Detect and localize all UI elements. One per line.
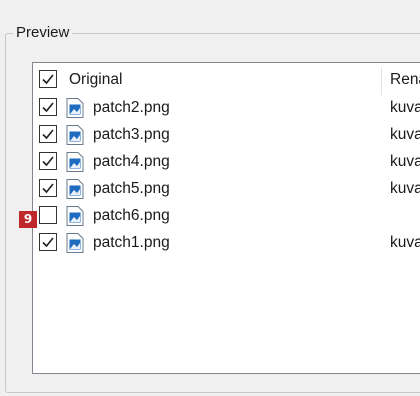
file-name: patch4.png: [93, 153, 170, 170]
checkmark-icon: [42, 129, 54, 140]
image-file-icon: [66, 233, 84, 253]
new-file-name: kuva: [390, 153, 420, 170]
list-item[interactable]: patch3.png kuva: [33, 122, 420, 149]
list-item[interactable]: patch2.png kuva: [33, 95, 420, 122]
checkmark-icon: [42, 237, 54, 248]
checkmark-icon: [42, 156, 54, 167]
list-item[interactable]: patch1.png kuva: [33, 230, 420, 257]
file-name: patch1.png: [93, 234, 170, 251]
row-checkbox[interactable]: [39, 233, 57, 251]
image-file-icon: [66, 206, 84, 226]
new-file-name: kuva: [390, 180, 420, 197]
image-file-icon: [66, 179, 84, 199]
file-name: patch3.png: [93, 126, 170, 143]
new-file-name: kuva: [390, 234, 420, 251]
file-name: patch5.png: [93, 180, 170, 197]
list-item[interactable]: patch5.png kuva: [33, 176, 420, 203]
image-file-icon: [66, 152, 84, 172]
new-file-name: kuva: [390, 126, 420, 143]
row-checkbox[interactable]: [39, 206, 57, 224]
checkmark-icon: [42, 183, 54, 194]
checkmark-icon: [42, 74, 54, 85]
list-header: Original Rena: [33, 67, 420, 94]
list-item[interactable]: patch4.png kuva: [33, 149, 420, 176]
row-checkbox[interactable]: [39, 125, 57, 143]
column-header-renamed[interactable]: Rena: [390, 71, 420, 89]
row-checkbox[interactable]: [39, 98, 57, 116]
preview-group-title: Preview: [13, 24, 73, 42]
checkmark-icon: [42, 102, 54, 113]
list-item[interactable]: patch6.png: [33, 203, 420, 230]
image-file-icon: [66, 98, 84, 118]
new-file-name: kuva: [390, 99, 420, 116]
step-number-badge: 9: [19, 211, 37, 228]
image-file-icon: [66, 125, 84, 145]
row-checkbox[interactable]: [39, 152, 57, 170]
file-name: patch2.png: [93, 99, 170, 116]
column-separator[interactable]: [381, 67, 382, 95]
file-name: patch6.png: [93, 207, 170, 224]
select-all-checkbox[interactable]: [39, 70, 57, 88]
row-checkbox[interactable]: [39, 179, 57, 197]
preview-list[interactable]: Original Rena patch2.png kuva patch3: [32, 62, 420, 374]
column-header-original[interactable]: Original: [69, 71, 122, 89]
